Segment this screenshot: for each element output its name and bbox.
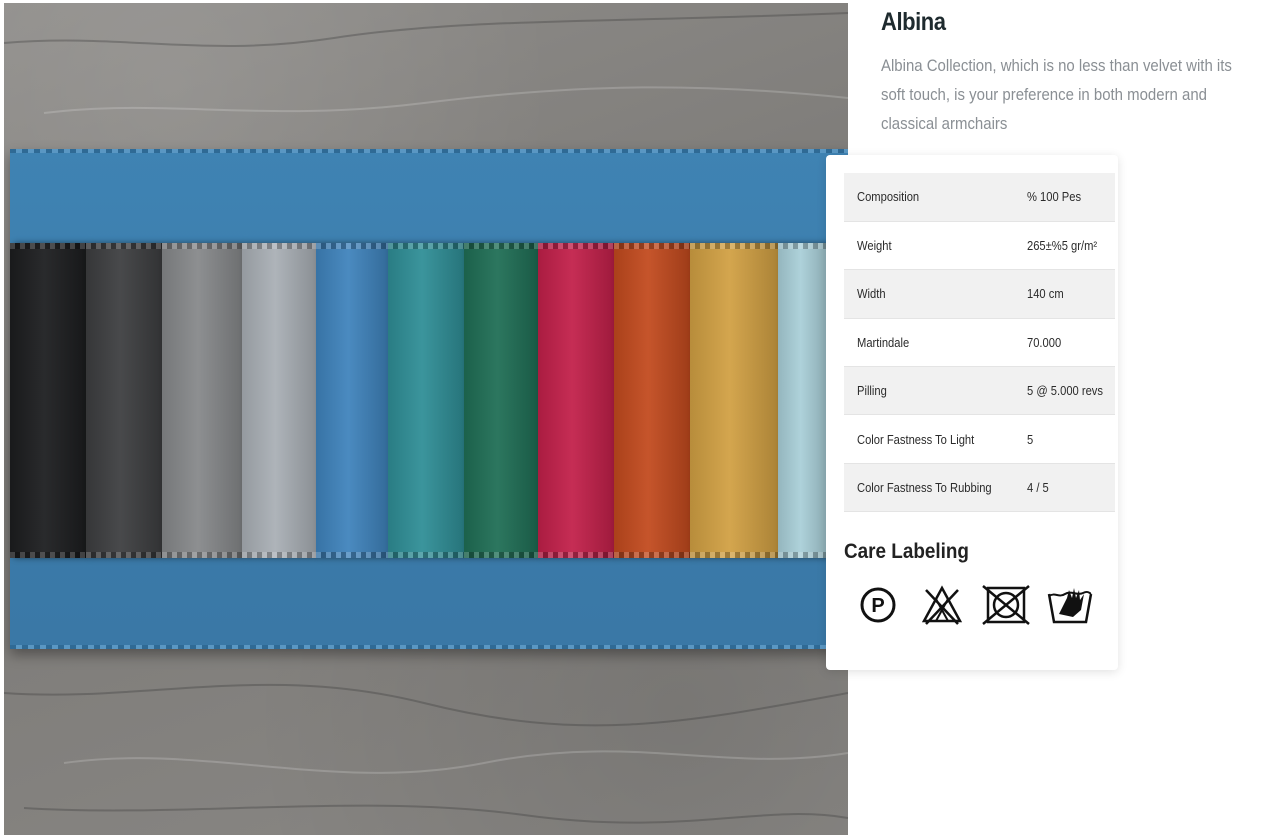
care-icons: P [852,583,1096,627]
spec-row-color-fastness-rubbing: Color Fastness To Rubbing 4 / 5 [844,463,1115,512]
spec-card: Composition % 100 Pes Weight 265±%5 gr/m… [826,155,1118,670]
fabric-swatch [316,243,388,558]
spec-row-width: Width 140 cm [844,269,1115,319]
fabric-swatch [690,243,778,558]
care-labeling-title: Care Labeling [844,540,969,563]
spec-value: % 100 Pes [1026,189,1081,205]
svg-text:P: P [871,595,884,617]
product-description: Albina Collection, which is no less than… [881,56,1232,133]
fabric-swatch [10,243,86,558]
spec-value: 265±%5 gr/m² [1026,238,1097,254]
fabric-swatch [162,243,242,558]
spec-value: 140 cm [1026,286,1064,302]
product-image[interactable] [4,3,848,835]
spec-value: 5 [1026,431,1033,447]
spec-row-martindale: Martindale 70.000 [844,318,1115,367]
spec-value: 70.000 [1026,334,1061,350]
fabric-swatch [388,243,464,558]
spec-label: Weight [857,238,892,254]
spec-table: Composition % 100 Pes Weight 265±%5 gr/m… [844,173,1115,512]
spec-label: Width [857,286,886,302]
spec-label: Pilling [857,383,887,399]
spec-row-color-fastness-light: Color Fastness To Light 5 [844,415,1115,464]
fabric-swatch [86,243,162,558]
hand-wash-icon [1044,583,1096,627]
spec-label: Color Fastness To Light [857,431,975,447]
fabric-swatch [242,243,316,558]
fabric-swatch [538,243,614,558]
fabric-swatches [10,243,848,558]
spec-label: Martindale [857,334,910,350]
spec-row-pilling: Pilling 5 @ 5.000 revs [844,366,1115,415]
fabric-swatch [464,243,538,558]
dry-clean-p-icon: P [852,583,904,627]
spec-label: Color Fastness To Rubbing [857,480,992,496]
product-title: Albina [881,8,946,36]
spec-row-composition: Composition % 100 Pes [844,173,1115,222]
spec-row-weight: Weight 265±%5 gr/m² [844,221,1115,270]
no-bleach-icon [916,583,968,627]
spec-label: Composition [857,189,920,205]
spec-value: 5 @ 5.000 revs [1026,383,1103,399]
fabric-swatch [614,243,690,558]
fabric-swatch [778,243,828,558]
spec-value: 4 / 5 [1026,480,1049,496]
do-not-tumble-dry-icon [980,583,1032,627]
